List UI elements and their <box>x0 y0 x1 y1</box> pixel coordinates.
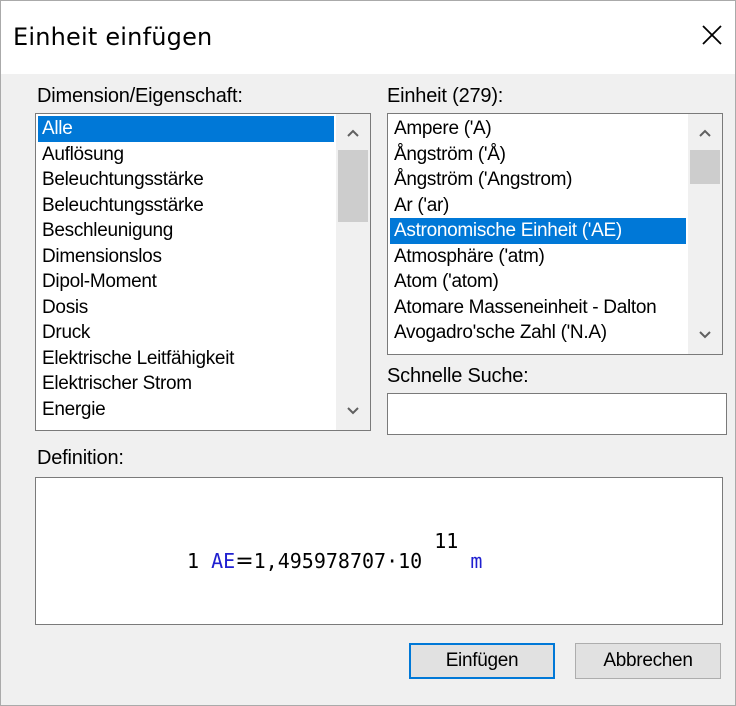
scroll-down-icon[interactable] <box>336 394 370 428</box>
unit-label: Einheit (279): <box>387 85 504 107</box>
insert-unit-dialog: Einheit einfügen Dimension/Eigenschaft: … <box>0 0 736 706</box>
dimension-scrollbar[interactable] <box>336 114 370 430</box>
rhs-unit: m <box>470 549 483 573</box>
scroll-down-icon[interactable] <box>688 318 722 352</box>
cancel-button[interactable]: Abbrechen <box>575 643 721 679</box>
dialog-title: Einheit einfügen <box>13 23 213 51</box>
list-item[interactable]: Elektrische Leitfähigkeit <box>38 346 334 372</box>
list-item[interactable]: Beleuchtungsstärke <box>38 193 334 219</box>
exponent: 11 <box>434 529 459 553</box>
definition-label: Definition: <box>37 447 124 469</box>
exponent-base: 10 <box>398 549 423 573</box>
list-item[interactable]: Dosis <box>38 295 334 321</box>
list-item[interactable]: Atom ('atom) <box>390 269 686 295</box>
equals-sign: = <box>235 549 254 574</box>
list-item[interactable]: Atomare Masseneinheit - Dalton <box>390 295 686 321</box>
dimension-label: Dimension/Eigenschaft: <box>37 85 243 107</box>
list-item[interactable]: Auflösung <box>38 142 334 168</box>
search-input[interactable] <box>387 393 727 435</box>
lhs-number: 1 <box>187 549 200 573</box>
insert-button[interactable]: Einfügen <box>409 643 555 679</box>
list-item[interactable]: Elektrischer Strom <box>38 371 334 397</box>
unit-scrollbar[interactable] <box>688 114 722 354</box>
list-item[interactable]: Ar ('ar) <box>390 193 686 219</box>
list-item[interactable]: Ampere ('A) <box>390 116 686 142</box>
dimension-listbox[interactable]: Alle Auflösung Beleuchtungsstärke Beleuchtu… <box>35 113 371 431</box>
list-item[interactable]: Alle <box>38 116 334 142</box>
list-item[interactable]: Beleuchtungsstärke <box>38 167 334 193</box>
lhs-unit: AE <box>211 549 236 573</box>
list-item[interactable]: Beschleunigung <box>38 218 334 244</box>
mantissa: 1,495978707 <box>253 549 387 573</box>
close-icon[interactable] <box>695 18 729 52</box>
list-item[interactable]: Energie <box>38 397 334 423</box>
list-item[interactable]: Ångström ('Å) <box>390 142 686 168</box>
scroll-thumb[interactable] <box>338 150 368 222</box>
scroll-thumb[interactable] <box>690 150 720 184</box>
list-item[interactable]: Atmosphäre ('atm) <box>390 244 686 270</box>
scroll-up-icon[interactable] <box>688 116 722 150</box>
list-item[interactable]: Dimensionslos <box>38 244 334 270</box>
list-item[interactable]: Avogadro'sche Zahl ('N.A) <box>390 320 686 346</box>
unit-listbox[interactable]: Ampere ('A) Ångström ('Å) Ångström ('Angst… <box>387 113 723 355</box>
search-label: Schnelle Suche: <box>387 365 529 387</box>
title-bar: Einheit einfügen <box>1 1 735 74</box>
list-item[interactable]: Dipol-Moment <box>38 269 334 295</box>
dimension-items: Alle Auflösung Beleuchtungsstärke Beleuchtu… <box>38 116 334 422</box>
list-item[interactable]: Astronomische Einheit ('AE) <box>390 218 686 244</box>
list-item[interactable]: Ångström ('Angstrom) <box>390 167 686 193</box>
scroll-up-icon[interactable] <box>336 116 370 150</box>
unit-items: Ampere ('A) Ångström ('Å) Ångström ('Angst… <box>390 116 686 346</box>
list-item[interactable]: Druck <box>38 320 334 346</box>
multiply-dot: · <box>386 549 399 573</box>
definition-formula: 1 AE=1,495978707·10 11 m <box>187 529 483 574</box>
